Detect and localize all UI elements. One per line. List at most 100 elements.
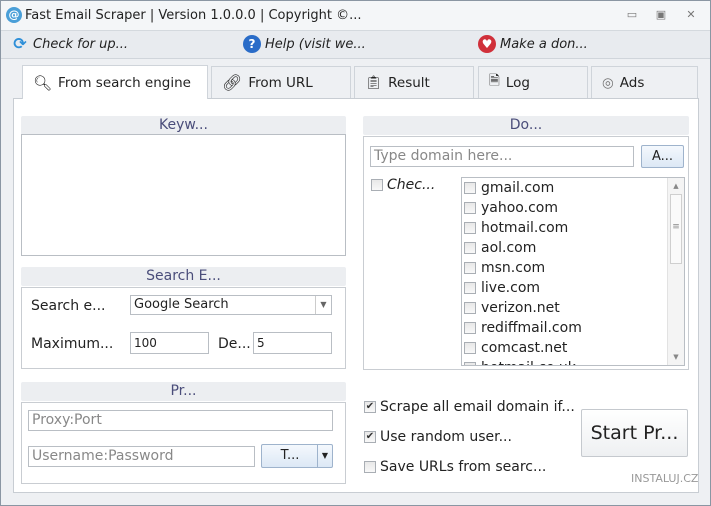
scroll-up-icon[interactable]: ▲	[668, 178, 684, 194]
checkbox-box	[464, 342, 476, 354]
chevron-down-icon: ▼	[317, 445, 332, 467]
option-checkbox[interactable]: ✔ Use random user...	[364, 429, 512, 445]
checkbox-box	[464, 282, 476, 294]
watermark: INSTALUJ.CZ	[631, 472, 699, 485]
maximum-label: Maximum...	[31, 336, 114, 352]
tab-label: From URL	[248, 74, 313, 91]
option-checkbox[interactable]: Save URLs from searc...	[364, 459, 546, 475]
tab-label: Log	[505, 74, 530, 91]
proxy-header: Pr...	[21, 382, 346, 401]
domain-list-item[interactable]: live.com	[462, 278, 684, 298]
minimize-button[interactable]: ▭	[625, 9, 639, 21]
proxy-type-button[interactable]: T... ▼	[261, 444, 333, 468]
link-icon: 🔗︎	[222, 73, 243, 92]
option-label: Save URLs from searc...	[380, 459, 547, 475]
domains-header: Do...	[363, 116, 689, 135]
tab-result[interactable]: 📋︎ Result	[354, 66, 474, 98]
toolbar: ⟳ Check for up... ? Help (visit we... ♥ Mak…	[1, 31, 710, 59]
domain-list-item[interactable]: yahoo.com	[462, 198, 684, 218]
tab-label: Ads	[619, 74, 645, 91]
checkbox-box	[464, 242, 476, 254]
domain-label: yahoo.com	[481, 200, 558, 216]
search-engine-select[interactable]: Google Search ▼	[130, 295, 332, 315]
domain-label: gmail.com	[481, 180, 555, 196]
help-button[interactable]: ? Help (visit we...	[243, 35, 366, 53]
proxy-type-label: T...	[280, 448, 300, 463]
domain-label: hotmail.com	[481, 220, 569, 236]
checkbox-box	[464, 222, 476, 234]
check-all-label: Chec...	[387, 177, 436, 193]
donate-button[interactable]: ♥ Make a don...	[478, 35, 588, 53]
cursor-target-icon: ◎	[602, 74, 614, 91]
close-button[interactable]: ✕	[684, 9, 698, 21]
scroll-down-icon[interactable]: ▼	[668, 349, 684, 365]
search-engine-label: Search e...	[31, 298, 106, 314]
help-label: Help (visit we...	[265, 36, 366, 52]
refresh-icon: ⟳	[13, 34, 27, 53]
tab-label: Result	[388, 74, 430, 91]
at-sign-icon: @	[6, 7, 22, 23]
checkbox-box	[464, 302, 476, 314]
check-updates-button[interactable]: ⟳ Check for up...	[11, 35, 128, 53]
option-label: Use random user...	[380, 429, 512, 445]
tab-from-search-engine[interactable]: 🔍︎ From search engine	[22, 65, 208, 99]
domain-label: aol.com	[481, 240, 537, 256]
donate-hand-heart-icon: ♥	[478, 35, 496, 53]
domain-list-item[interactable]: comcast.net	[462, 338, 684, 358]
domain-label: verizon.net	[481, 300, 560, 316]
clipboard-check-icon: 📋︎	[365, 74, 383, 91]
log-file-icon: 🗎	[489, 73, 500, 89]
domain-list[interactable]: gmail.com yahoo.com hotmail.com aol.com msn.…	[461, 177, 685, 366]
tab-from-url[interactable]: 🔗︎ From URL	[211, 66, 351, 98]
delay-input[interactable]: 5	[253, 332, 332, 354]
option-label: Scrape all email domain if...	[380, 399, 575, 415]
domain-input[interactable]: Type domain here...	[370, 146, 634, 167]
domain-label: comcast.net	[481, 340, 568, 356]
checkbox-box	[464, 322, 476, 334]
domain-list-item[interactable]: rediffmail.com	[462, 318, 684, 338]
checkbox-box	[364, 461, 376, 473]
domain-list-item[interactable]: aol.com	[462, 238, 684, 258]
checkbox-box: ✔	[364, 401, 376, 413]
window-title: Fast Email Scraper | Version 1.0.0.0 | C…	[25, 8, 362, 23]
scrollbar[interactable]: ▲ ≡ ▼	[667, 178, 684, 365]
domain-label: live.com	[481, 280, 541, 296]
domain-label: rediffmail.com	[481, 320, 582, 336]
maximize-button[interactable]: ▣	[654, 9, 668, 21]
option-checkbox[interactable]: ✔ Scrape all email domain if...	[364, 399, 575, 415]
delay-label: De...	[218, 336, 251, 352]
keywords-header: Keyw...	[21, 116, 346, 135]
keywords-textarea[interactable]	[21, 134, 346, 256]
maximum-input[interactable]: 100	[130, 332, 209, 354]
domain-list-item[interactable]: gmail.com	[462, 178, 684, 198]
domain-list-item[interactable]: hotmail.com	[462, 218, 684, 238]
checkbox-box	[464, 182, 476, 194]
checkbox-box	[464, 362, 476, 365]
domain-list-item[interactable]: hotmail.co.uk	[462, 358, 684, 365]
checkbox-box	[371, 179, 383, 191]
checkbox-box	[464, 262, 476, 274]
proxy-input[interactable]: Proxy:Port	[28, 410, 333, 431]
auth-input[interactable]: Username:Password	[28, 446, 255, 467]
start-button[interactable]: Start Pr...	[581, 409, 688, 457]
check-all-checkbox[interactable]: Chec...	[371, 177, 435, 193]
tab-label: From search engine	[58, 74, 191, 91]
checkbox-box: ✔	[364, 431, 376, 443]
magnifier-icon: 🔍︎	[33, 73, 53, 92]
help-icon: ?	[243, 35, 261, 53]
scroll-thumb[interactable]: ≡	[670, 194, 682, 264]
app-window: @ Fast Email Scraper | Version 1.0.0.0 |…	[0, 0, 711, 506]
chevron-down-icon: ▼	[315, 296, 331, 314]
search-engine-value: Google Search	[134, 297, 229, 312]
check-updates-label: Check for up...	[33, 36, 129, 52]
title-bar: @ Fast Email Scraper | Version 1.0.0.0 |…	[1, 1, 710, 31]
tab-log[interactable]: 🗎 Log	[478, 66, 588, 98]
donate-label: Make a don...	[500, 36, 588, 52]
checkbox-box	[464, 202, 476, 214]
domain-label: hotmail.co.uk	[481, 360, 576, 365]
domain-list-item[interactable]: msn.com	[462, 258, 684, 278]
domain-list-item[interactable]: verizon.net	[462, 298, 684, 318]
tab-ads[interactable]: ◎ Ads	[591, 66, 698, 98]
search-engine-header: Search E...	[21, 267, 346, 286]
add-domain-button[interactable]: A...	[641, 145, 684, 168]
